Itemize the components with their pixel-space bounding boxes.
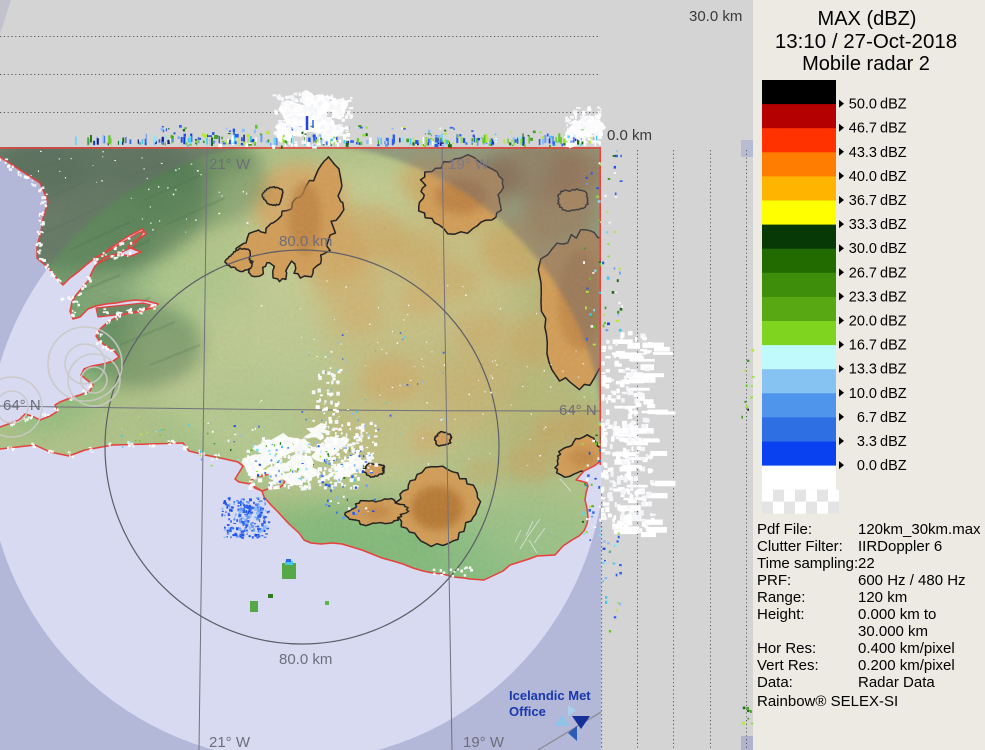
svg-text:22: 22 <box>858 555 875 572</box>
svg-text:Clutter Filter:: Clutter Filter: <box>757 538 843 555</box>
svg-text:19° W: 19° W <box>463 734 505 750</box>
svg-text:Vert Res:: Vert Res: <box>757 657 819 674</box>
svg-text:dBZ: dBZ <box>880 241 907 257</box>
svg-text:33.3: 33.3 <box>849 217 877 233</box>
svg-text:dBZ: dBZ <box>880 289 907 305</box>
svg-text:dBZ: dBZ <box>880 314 907 330</box>
svg-text:120 km: 120 km <box>858 589 907 606</box>
svg-text:0.200 km/pixel: 0.200 km/pixel <box>858 657 955 674</box>
svg-text:19° W: 19° W <box>448 156 490 173</box>
svg-text:40.0: 40.0 <box>849 169 877 185</box>
svg-text:64° N: 64° N <box>559 402 597 419</box>
svg-text:dBZ: dBZ <box>880 193 907 209</box>
svg-text:0.0 km: 0.0 km <box>607 127 652 144</box>
svg-text:0.400 km/pixel: 0.400 km/pixel <box>858 640 955 657</box>
svg-text:dBZ: dBZ <box>880 338 907 354</box>
svg-text:13.3: 13.3 <box>849 362 877 378</box>
svg-text:600 Hz / 480 Hz: 600 Hz / 480 Hz <box>858 572 966 589</box>
svg-text:Office: Office <box>509 704 546 719</box>
svg-text:dBZ: dBZ <box>880 145 907 161</box>
svg-text:21° W: 21° W <box>209 156 251 173</box>
svg-text:Mobile radar 2: Mobile radar 2 <box>802 53 930 75</box>
svg-text:Radar Data: Radar Data <box>858 674 935 691</box>
svg-text:6.7: 6.7 <box>857 410 877 426</box>
svg-text:43.3: 43.3 <box>849 145 877 161</box>
svg-text:IIRDoppler 6: IIRDoppler 6 <box>858 538 942 555</box>
svg-text:Icelandic Met: Icelandic Met <box>509 688 591 703</box>
svg-text:30.000 km: 30.000 km <box>858 623 928 640</box>
svg-text:dBZ: dBZ <box>880 121 907 137</box>
svg-text:26.7: 26.7 <box>849 265 877 281</box>
svg-text:21° W: 21° W <box>209 734 251 750</box>
svg-text:PRF:: PRF: <box>757 572 791 589</box>
svg-text:dBZ: dBZ <box>880 217 907 233</box>
svg-text:80.0 km: 80.0 km <box>279 233 332 250</box>
svg-text:23.3: 23.3 <box>849 289 877 305</box>
svg-text:dBZ: dBZ <box>880 169 907 185</box>
svg-text:Pdf File:: Pdf File: <box>757 521 812 538</box>
svg-text:0.000 km to: 0.000 km to <box>858 606 936 623</box>
svg-text:dBZ: dBZ <box>880 97 907 113</box>
svg-text:Rainbow® SELEX-SI: Rainbow® SELEX-SI <box>757 693 898 710</box>
svg-text:120km_30km.max: 120km_30km.max <box>858 521 981 538</box>
svg-text:20.0: 20.0 <box>849 314 877 330</box>
svg-text:80.0 km: 80.0 km <box>279 651 332 668</box>
svg-text:13:10 / 27-Oct-2018: 13:10 / 27-Oct-2018 <box>775 30 957 53</box>
svg-text:50.0: 50.0 <box>849 97 877 113</box>
svg-text:30.0 km: 30.0 km <box>689 8 742 25</box>
svg-text:Range:: Range: <box>757 589 805 606</box>
svg-text:30.0: 30.0 <box>849 241 877 257</box>
svg-text:MAX (dBZ): MAX (dBZ) <box>818 8 917 30</box>
svg-text:64° N: 64° N <box>3 397 41 414</box>
svg-text:Time sampling:: Time sampling: <box>757 555 858 572</box>
svg-text:dBZ: dBZ <box>880 386 907 402</box>
svg-text:46.7: 46.7 <box>849 121 877 137</box>
svg-text:dBZ: dBZ <box>880 434 907 450</box>
svg-text:dBZ: dBZ <box>880 458 907 474</box>
svg-text:0.0: 0.0 <box>857 458 877 474</box>
svg-text:16.7: 16.7 <box>849 338 877 354</box>
svg-text:Data:: Data: <box>757 674 793 691</box>
svg-text:10.0: 10.0 <box>849 386 877 402</box>
svg-text:Hor Res:: Hor Res: <box>757 640 816 657</box>
svg-text:dBZ: dBZ <box>880 362 907 378</box>
svg-text:3.3: 3.3 <box>857 434 877 450</box>
svg-text:Height:: Height: <box>757 606 805 623</box>
svg-text:dBZ: dBZ <box>880 265 907 281</box>
svg-text:36.7: 36.7 <box>849 193 877 209</box>
svg-text:dBZ: dBZ <box>880 410 907 426</box>
